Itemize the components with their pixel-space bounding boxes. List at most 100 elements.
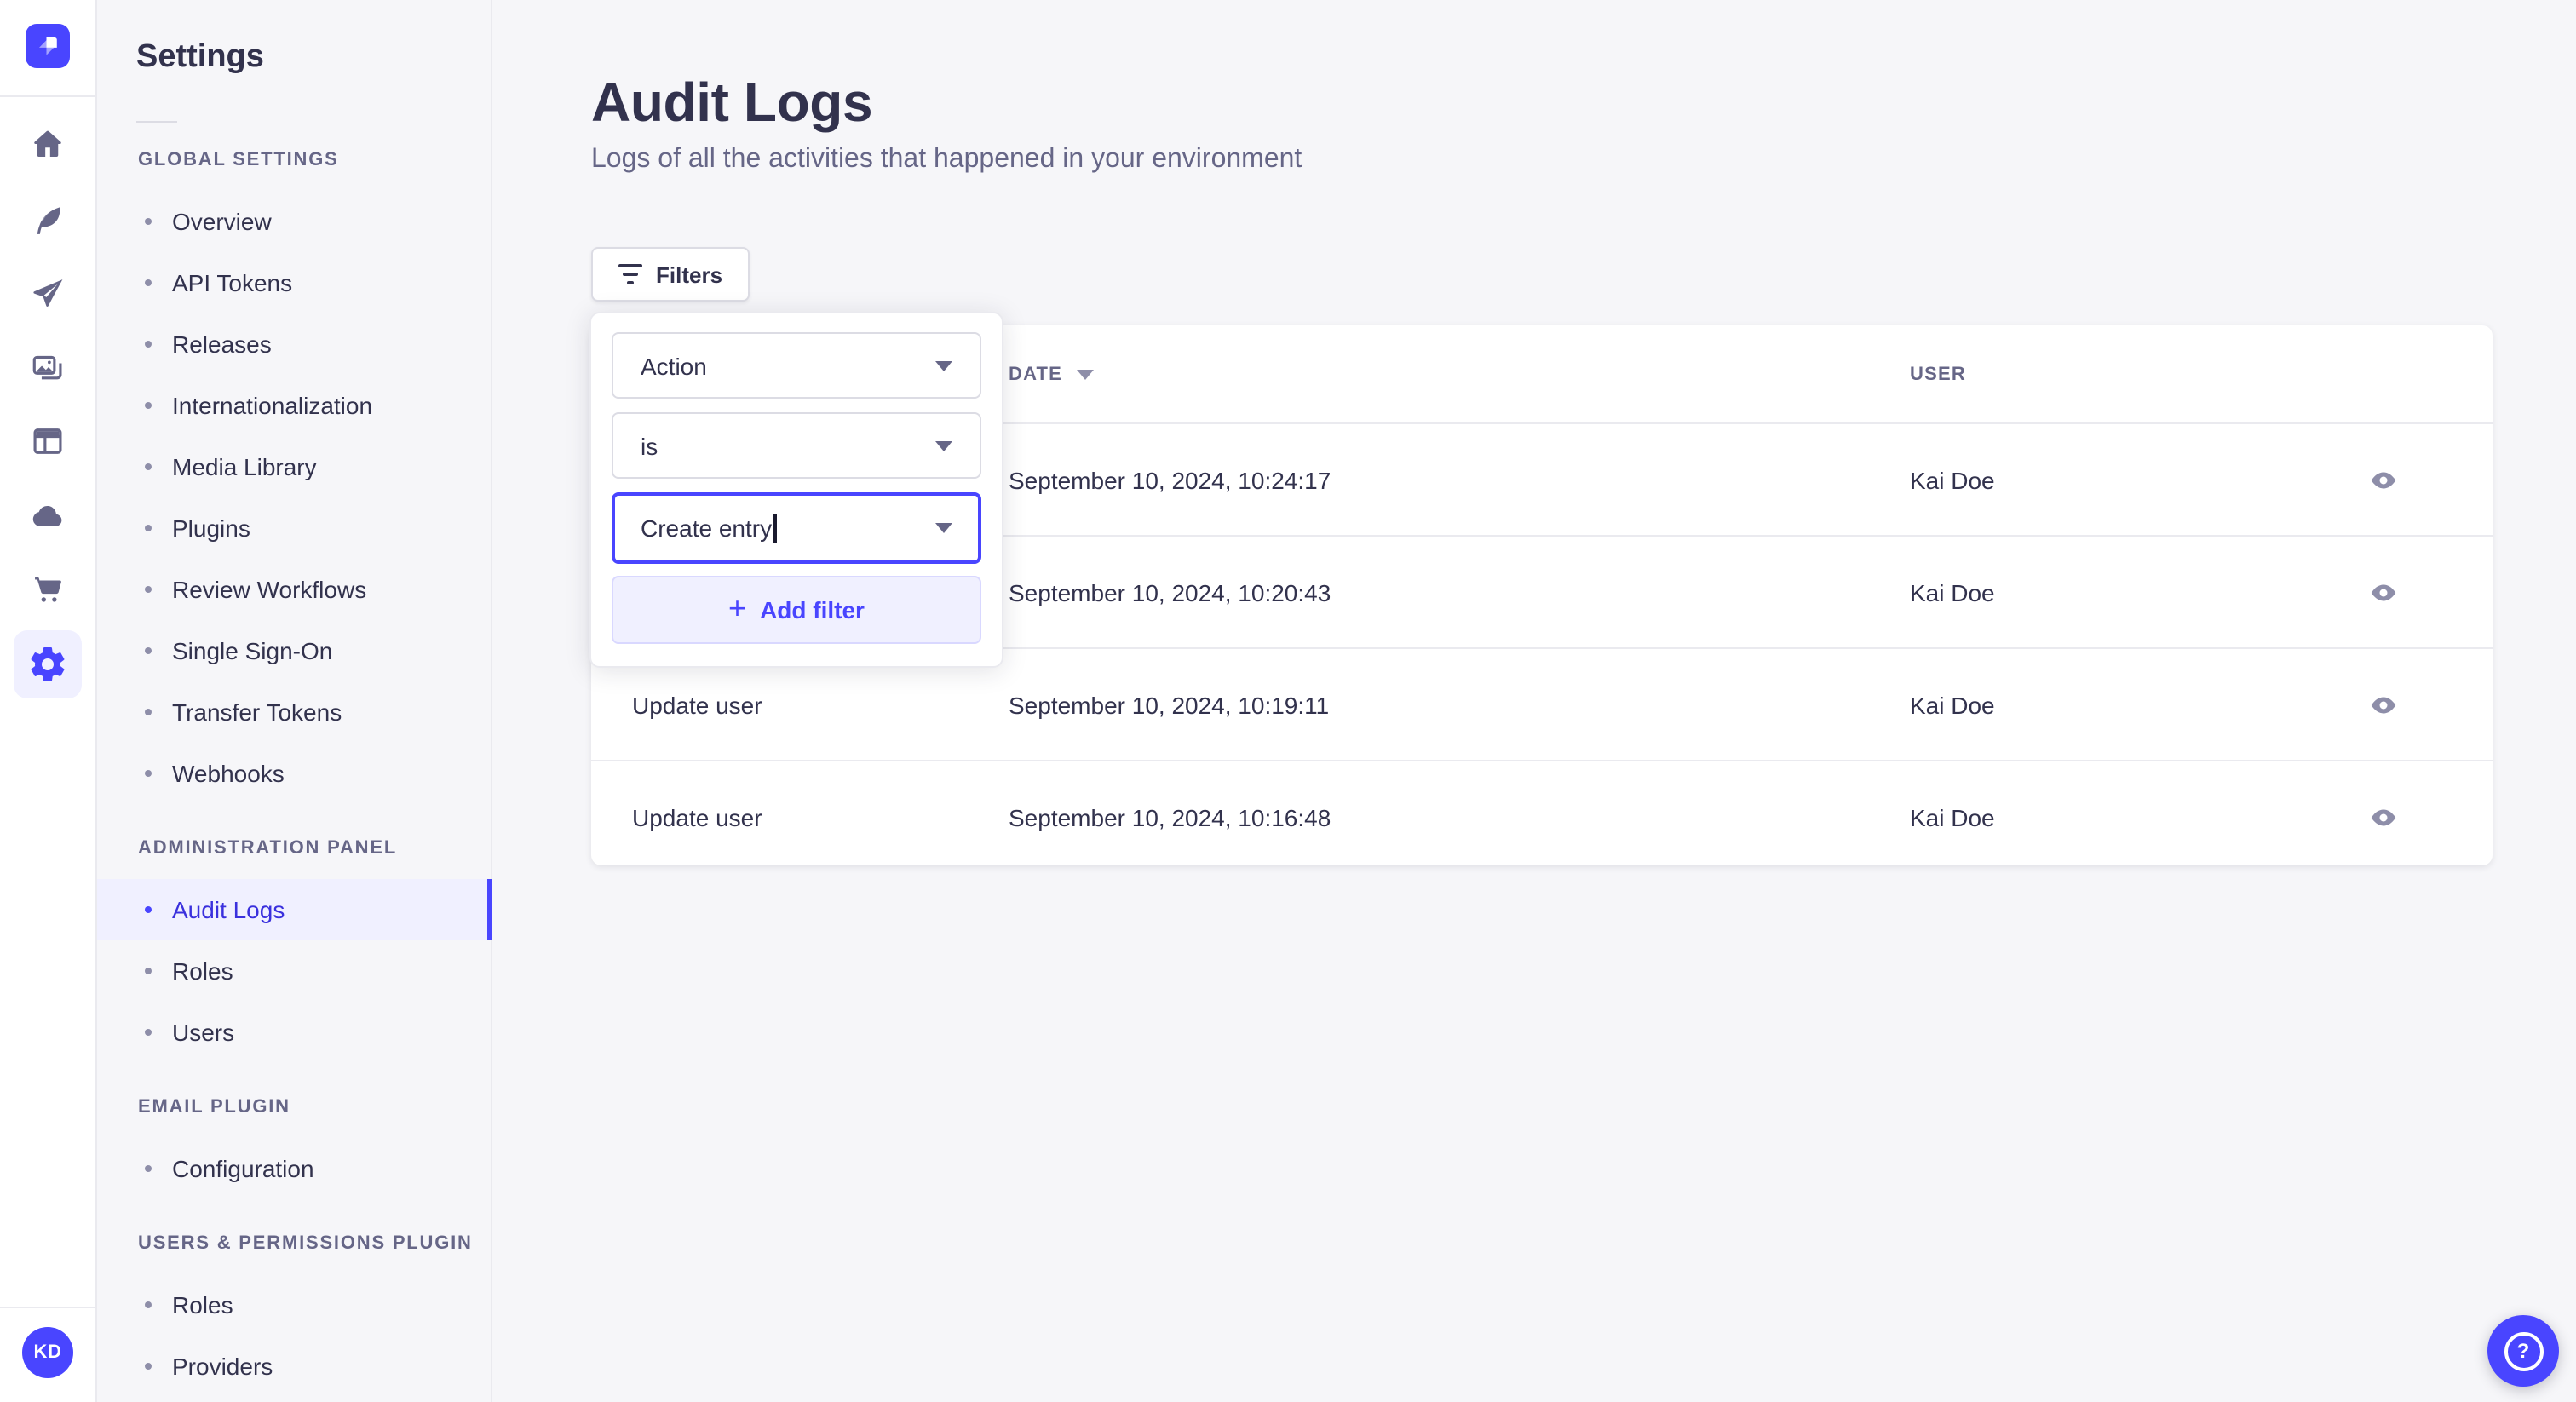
sort-by-date-button[interactable]: DATE [1009,364,1094,384]
sidebar-item-api-tokens[interactable]: API Tokens [95,252,491,313]
bullet-icon [145,1165,152,1172]
settings-nav-list: GLOBAL SETTINGS Overview API Tokens Rele… [95,129,492,1397]
eye-icon [2371,808,2396,825]
settings-gear-icon[interactable] [14,629,82,698]
chevron-down-icon [935,523,952,533]
section-email-plugin: EMAIL PLUGIN Configuration [95,1077,491,1199]
bullet-icon [145,1363,152,1370]
sidebar-item-plugins[interactable]: Plugins [95,497,491,559]
bullet-icon [145,1301,152,1308]
settings-subnav: Settings GLOBAL SETTINGS Overview API To… [95,0,492,1402]
eye-icon [2371,696,2396,713]
sidebar-item-label: Users [172,1019,235,1046]
section-label: EMAIL PLUGIN [138,1097,290,1118]
table-row[interactable]: Update user September 10, 2024, 10:16:48… [591,760,2493,872]
content-manager-layout-icon[interactable] [27,421,68,462]
bullet-icon [145,586,152,593]
cell-date: September 10, 2024, 10:20:43 [1009,578,1331,606]
section-label: ADMINISTRATION PANEL [138,838,398,859]
cell-user: Kai Doe [1910,803,1995,830]
filter-value-combobox[interactable]: Create entry [612,492,981,564]
bullet-icon [145,647,152,654]
paper-plane-icon[interactable] [27,273,68,313]
filters-button-label: Filters [656,261,723,287]
page-subtitle: Logs of all the activities that happened… [591,145,1302,174]
help-button[interactable]: ? [2487,1315,2559,1387]
bullet-icon [145,968,152,974]
section-label: GLOBAL SETTINGS [138,150,339,170]
sidebar-item-label: Internationalization [172,392,373,419]
add-filter-button[interactable]: + Add filter [612,576,981,644]
view-log-button[interactable] [2361,682,2406,727]
sidebar-item-label: Transfer Tokens [172,698,342,726]
filter-operator-value: is [641,432,658,459]
add-filter-label: Add filter [760,596,865,623]
sidebar-item-audit-logs[interactable]: Audit Logs [95,879,492,940]
sidebar-item-up-roles[interactable]: Roles [95,1274,491,1336]
cell-user: Kai Doe [1910,578,1995,606]
eye-icon [2371,583,2396,600]
sidebar-item-admin-users[interactable]: Users [95,1002,491,1063]
section-users-permissions-plugin: USERS & PERMISSIONS PLUGIN Roles Provide… [95,1213,491,1397]
sidebar-item-label: Review Workflows [172,576,367,603]
header-user: USER [1910,364,2274,384]
view-log-button[interactable] [2361,570,2406,614]
sidebar-item-single-sign-on[interactable]: Single Sign-On [95,620,491,681]
bullet-icon [145,906,152,913]
sidebar-item-overview[interactable]: Overview [95,191,491,252]
cell-date: September 10, 2024, 10:24:17 [1009,466,1331,493]
bullet-icon [145,525,152,531]
sidebar-item-webhooks[interactable]: Webhooks [95,743,491,804]
filter-icon [618,264,642,284]
filter-field-select[interactable]: Action [612,332,981,399]
bullet-icon [145,770,152,777]
sidebar-item-label: API Tokens [172,269,293,296]
bullet-icon [145,402,152,409]
sidebar-item-up-providers[interactable]: Providers [95,1336,491,1397]
cell-user: Kai Doe [1910,466,1995,493]
section-label: USERS & PERMISSIONS PLUGIN [138,1233,473,1254]
sidebar-item-internationalization[interactable]: Internationalization [95,375,491,436]
view-log-button[interactable] [2361,795,2406,839]
filter-operator-select[interactable]: is [612,412,981,479]
sidebar-item-label: Webhooks [172,760,285,787]
bullet-icon [145,463,152,470]
cell-action: Update user [632,691,762,718]
cloud-icon[interactable] [27,495,68,536]
sidebar-item-admin-roles[interactable]: Roles [95,940,491,1002]
sort-descending-icon [1076,369,1094,379]
filters-button[interactable]: Filters [591,247,750,302]
subnav-title: Settings [136,39,264,75]
view-log-button[interactable] [2361,457,2406,502]
sidebar-item-email-configuration[interactable]: Configuration [95,1138,491,1199]
sidebar-item-transfer-tokens[interactable]: Transfer Tokens [95,681,491,743]
header-date-label: DATE [1009,364,1063,384]
user-avatar[interactable]: KD [22,1327,73,1378]
subnav-divider [136,121,177,123]
sidebar-item-review-workflows[interactable]: Review Workflows [95,559,491,620]
home-icon[interactable] [27,124,68,165]
chevron-down-icon [935,440,952,451]
cell-user: Kai Doe [1910,691,1995,718]
header-user-label: USER [1910,364,1966,384]
bullet-icon [145,709,152,715]
plus-icon: + [728,591,747,625]
sidebar-item-label: Roles [172,957,233,985]
media-library-icon[interactable] [27,347,68,388]
eye-icon [2371,471,2396,488]
bullet-icon [145,218,152,225]
marketplace-cart-icon[interactable] [27,569,68,610]
sidebar-item-label: Releases [172,330,272,358]
section-global-settings: GLOBAL SETTINGS Overview API Tokens Rele… [95,129,491,804]
main-nav-rail: KD [0,0,97,1402]
text-cursor [773,514,777,543]
cell-action: Update user [632,803,762,830]
content-type-builder-feather-icon[interactable] [27,198,68,239]
main-content: Audit Logs Logs of all the activities th… [494,0,2576,1402]
cell-date: September 10, 2024, 10:16:48 [1009,803,1331,830]
sidebar-item-releases[interactable]: Releases [95,313,491,375]
bullet-icon [145,279,152,286]
sidebar-item-media-library[interactable]: Media Library [95,436,491,497]
strapi-logo [26,24,70,68]
chevron-down-icon [935,360,952,371]
